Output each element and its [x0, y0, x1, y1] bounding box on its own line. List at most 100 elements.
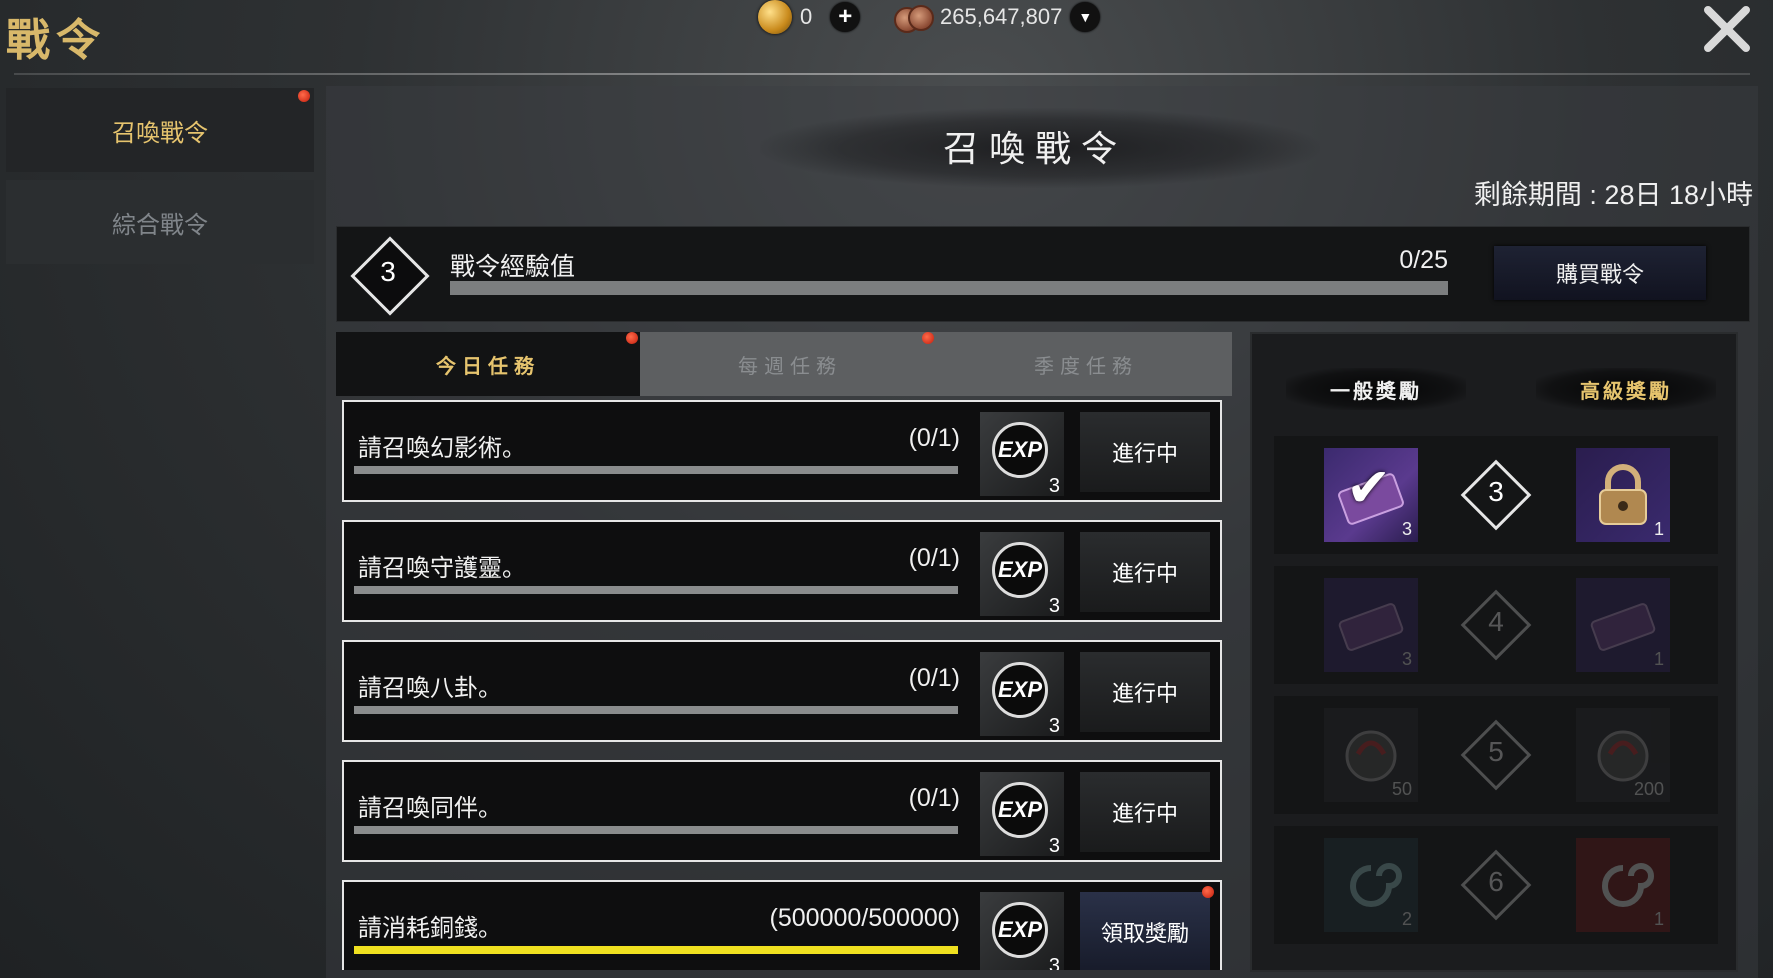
sidebar-item-label: 綜合戰令 [112, 211, 208, 239]
reward-count: 3 [1048, 475, 1060, 497]
quest-text: 請召喚守護靈。 [358, 555, 526, 582]
exp-reward[interactable]: EXP 3 [980, 892, 1064, 970]
copper-currency: 265,647,807 ▼ [892, 2, 1101, 33]
reward-count: 3 [1401, 519, 1412, 539]
premium-reward-item[interactable]: 1 [1576, 838, 1670, 932]
sidebar-item-general-pass[interactable]: 綜合戰令 [6, 180, 314, 264]
quest-progress: (0/1) [908, 664, 960, 692]
quest-progress: (0/1) [908, 544, 960, 572]
premium-reward-item[interactable]: 1 [1576, 448, 1670, 542]
copper-coin-icon [892, 3, 934, 33]
exp-value: 0/25 [1399, 246, 1448, 274]
reward-row-current: ✔ 3 3 1 [1274, 436, 1718, 554]
reward-count: 3 [1048, 715, 1060, 737]
tab-daily-missions[interactable]: 今日任務 [336, 332, 640, 396]
reward-count: 200 [1633, 779, 1664, 799]
reward-count: 3 [1401, 649, 1412, 669]
quest-progress-bar [354, 586, 958, 594]
normal-reward-item[interactable]: 50 [1324, 708, 1418, 802]
close-button[interactable] [1700, 2, 1754, 56]
notification-dot [922, 332, 934, 344]
sidebar-item-summon-pass[interactable]: 召喚戰令 [6, 88, 314, 172]
tab-weekly-missions[interactable]: 每週任務 [640, 332, 940, 396]
reward-level-number: 4 [1488, 606, 1504, 637]
quest-text: 請召喚幻影術。 [358, 435, 526, 462]
reward-count: 3 [1048, 595, 1060, 617]
exp-icon: EXP [992, 422, 1048, 478]
reward-count: 3 [1048, 955, 1060, 970]
copper-amount: 265,647,807 [940, 4, 1063, 29]
quest-row: 請召喚幻影術。 (0/1) EXP 3 進行中 [342, 400, 1222, 502]
header-divider [14, 73, 1750, 75]
normal-reward-item[interactable]: ✔ 3 [1324, 448, 1418, 542]
quest-row: 請消耗銅錢。 (500000/500000) EXP 3 領取獎勵 [342, 880, 1222, 970]
exp-reward[interactable]: EXP 3 [980, 412, 1064, 497]
add-gold-button[interactable]: + [830, 2, 861, 32]
quest-progress: (500000/500000) [769, 904, 960, 932]
exp-progress-bar [450, 281, 1448, 295]
quest-text: 請召喚同伴。 [358, 795, 502, 822]
quest-status-button[interactable]: 進行中 [1080, 532, 1210, 612]
exp-icon: EXP [992, 902, 1048, 958]
exp-icon: EXP [992, 542, 1048, 598]
premium-reward-header: 高級獎勵 [1536, 368, 1716, 410]
claim-reward-button[interactable]: 領取獎勵 [1080, 892, 1210, 970]
reward-row-level-6: 2 6 1 [1274, 826, 1718, 944]
exp-icon: EXP [992, 662, 1048, 718]
notification-dot [298, 90, 310, 102]
page-title: 戰令 [6, 15, 106, 66]
reward-count: 1 [1653, 519, 1664, 539]
quest-row: 請召喚八卦。 (0/1) EXP 3 進行中 [342, 640, 1222, 742]
gold-currency: 0 + [758, 0, 861, 34]
premium-reward-item[interactable]: 1 [1576, 578, 1670, 672]
reward-count: 2 [1401, 909, 1412, 929]
level-number: 3 [380, 256, 396, 287]
exp-label: 戰令經驗值 [450, 253, 576, 281]
notification-dot [1202, 886, 1214, 898]
tab-season-missions[interactable]: 季度任務 [940, 332, 1232, 396]
sidebar-item-label: 召喚戰令 [112, 119, 208, 147]
exp-reward[interactable]: EXP 3 [980, 532, 1064, 617]
quest-row: 請召喚同伴。 (0/1) EXP 3 進行中 [342, 760, 1222, 862]
quest-status-button[interactable]: 進行中 [1080, 652, 1210, 732]
quest-progress-bar [354, 466, 958, 474]
quest-text: 請召喚八卦。 [358, 675, 502, 702]
tab-label: 季度任務 [1034, 353, 1138, 378]
quest-progress: (0/1) [908, 784, 960, 812]
reward-level-number: 3 [1488, 476, 1504, 507]
normal-reward-header: 一般獎勵 [1286, 368, 1466, 410]
reward-count: 1 [1653, 909, 1664, 929]
normal-reward-item[interactable]: 2 [1324, 838, 1418, 932]
copper-dropdown-button[interactable]: ▼ [1070, 2, 1101, 32]
reward-level-number: 6 [1488, 866, 1504, 897]
quest-progress-bar [354, 826, 958, 834]
tab-label: 今日任務 [436, 353, 540, 378]
quest-progress: (0/1) [908, 424, 960, 452]
exp-reward[interactable]: EXP 3 [980, 652, 1064, 737]
reward-row-level-4: 3 4 1 [1274, 566, 1718, 684]
reward-row-level-5: 50 5 200 [1274, 696, 1718, 814]
tab-label: 每週任務 [738, 353, 842, 378]
reward-count: 50 [1391, 779, 1412, 799]
reward-level-number: 5 [1488, 736, 1504, 767]
quest-progress-bar [354, 706, 958, 714]
quest-progress-fill [354, 946, 958, 954]
quest-text: 請消耗銅錢。 [358, 915, 502, 942]
gold-amount: 0 [800, 4, 813, 29]
reward-count: 3 [1048, 835, 1060, 857]
quest-list[interactable]: 請召喚幻影術。 (0/1) EXP 3 進行中 請召喚守護靈。 (0/1) EX… [340, 398, 1230, 970]
quest-row: 請召喚守護靈。 (0/1) EXP 3 進行中 [342, 520, 1222, 622]
notification-dot [626, 332, 638, 344]
quest-status-button[interactable]: 進行中 [1080, 772, 1210, 852]
exp-icon: EXP [992, 782, 1048, 838]
premium-reward-item[interactable]: 200 [1576, 708, 1670, 802]
panel-title: 召喚戰令 [942, 129, 1127, 170]
exp-reward[interactable]: EXP 3 [980, 772, 1064, 857]
buy-pass-button[interactable]: 購買戰令 [1494, 246, 1706, 300]
quest-status-button[interactable]: 進行中 [1080, 412, 1210, 492]
reward-count: 1 [1653, 649, 1664, 669]
remaining-period: 剩餘期間 : 28日 18小時 [1473, 180, 1753, 210]
gold-coin-icon [758, 0, 792, 34]
normal-reward-item[interactable]: 3 [1324, 578, 1418, 672]
claimed-check-icon: ✔ [1346, 458, 1392, 518]
